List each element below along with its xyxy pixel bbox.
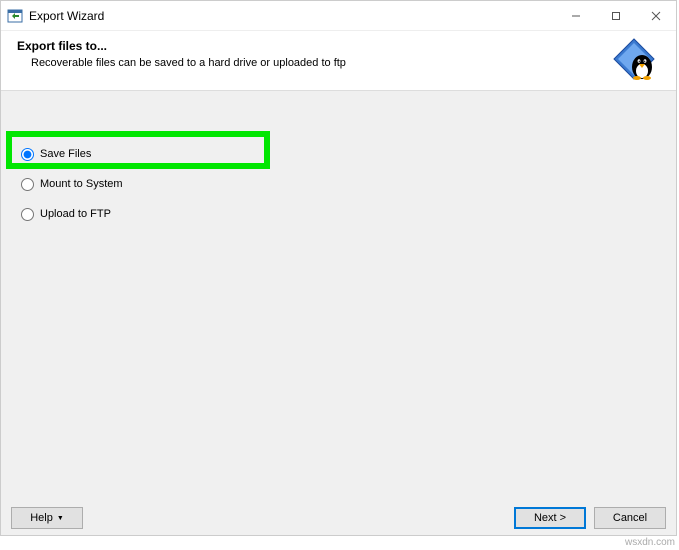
- help-button[interactable]: Help ▼: [11, 507, 83, 529]
- window-controls: [556, 1, 676, 30]
- window-title: Export Wizard: [29, 9, 556, 23]
- next-label: Next >: [534, 512, 566, 524]
- label-save-files: Save Files: [40, 148, 91, 160]
- header-title: Export files to...: [17, 39, 660, 53]
- cancel-label: Cancel: [613, 512, 647, 524]
- option-mount-to-system[interactable]: Mount to System: [15, 171, 662, 197]
- radio-upload-to-ftp[interactable]: [21, 208, 34, 221]
- close-button[interactable]: [636, 1, 676, 30]
- option-upload-to-ftp[interactable]: Upload to FTP: [15, 201, 662, 227]
- wizard-footer: Help ▼ Next > Cancel: [1, 501, 676, 535]
- penguin-icon: [612, 35, 658, 81]
- maximize-button[interactable]: [596, 1, 636, 30]
- header-subtitle: Recoverable files can be saved to a hard…: [17, 57, 660, 69]
- watermark: wsxdn.com: [625, 537, 675, 548]
- radio-mount-to-system[interactable]: [21, 178, 34, 191]
- radio-save-files[interactable]: [21, 148, 34, 161]
- cancel-button[interactable]: Cancel: [594, 507, 666, 529]
- wizard-content: Save Files Mount to System Upload to FTP: [1, 91, 676, 501]
- wizard-header: Export files to... Recoverable files can…: [1, 31, 676, 91]
- option-save-files[interactable]: Save Files: [15, 141, 662, 167]
- minimize-button[interactable]: [556, 1, 596, 30]
- titlebar: Export Wizard: [1, 1, 676, 31]
- label-mount-to-system: Mount to System: [40, 178, 123, 190]
- help-label: Help: [30, 512, 53, 524]
- chevron-down-icon: ▼: [57, 515, 64, 522]
- export-wizard-window: Export Wizard Export files to... Recover…: [0, 0, 677, 536]
- next-button[interactable]: Next >: [514, 507, 586, 529]
- app-icon: [7, 8, 23, 24]
- label-upload-to-ftp: Upload to FTP: [40, 208, 111, 220]
